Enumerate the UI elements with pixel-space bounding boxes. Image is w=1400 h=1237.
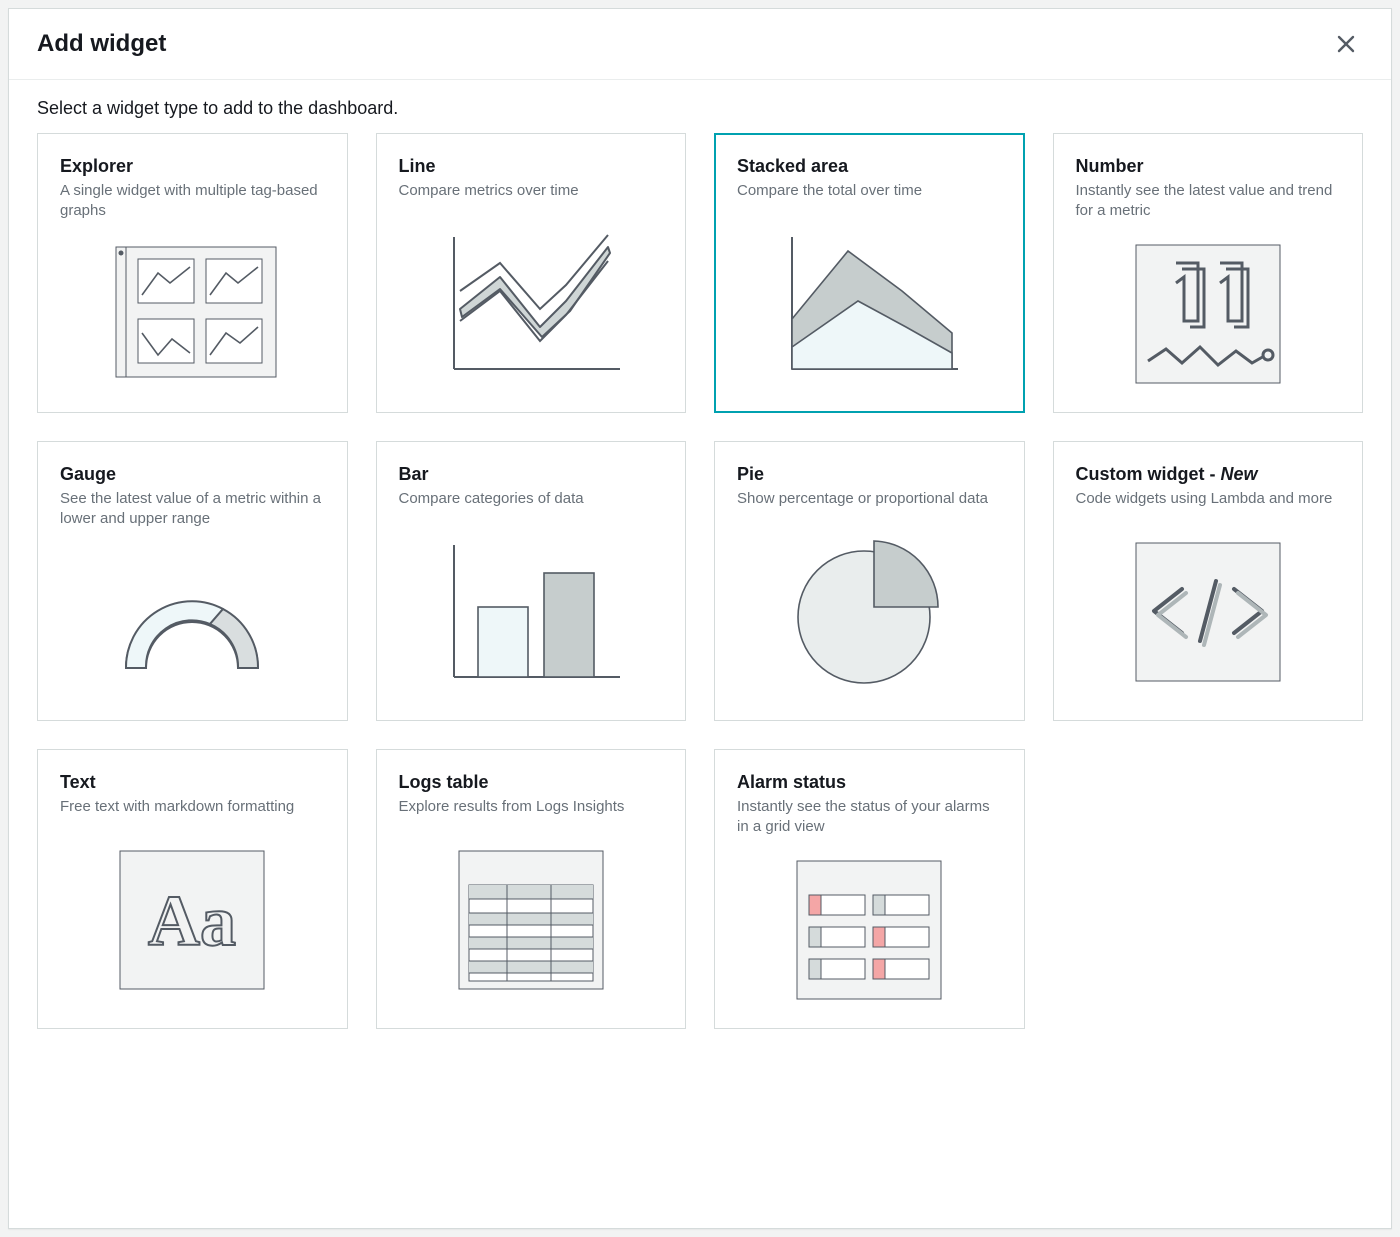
- widget-card-custom[interactable]: Custom widget - New Code widgets using L…: [1053, 441, 1364, 721]
- modal-title: Add widget: [37, 30, 166, 58]
- number-icon: [1128, 239, 1288, 389]
- logs-table-icon: [451, 845, 611, 995]
- card-desc: Show percentage or proportional data: [737, 489, 1002, 509]
- card-desc: Compare the total over time: [737, 181, 1002, 201]
- widget-card-text[interactable]: Text Free text with markdown formatting …: [37, 749, 348, 1029]
- pie-chart-icon: [784, 537, 954, 687]
- widget-grid: Explorer A single widget with multiple t…: [37, 133, 1363, 1029]
- gauge-icon: [102, 552, 282, 692]
- widget-card-stacked-area[interactable]: Stacked area Compare the total over time: [714, 133, 1025, 413]
- custom-widget-icon: [1128, 537, 1288, 687]
- card-title: Text: [60, 772, 325, 793]
- card-title: Custom widget - New: [1076, 464, 1341, 485]
- close-icon: [1335, 33, 1357, 55]
- card-title-text: Custom widget -: [1076, 464, 1221, 484]
- card-desc: See the latest value of a metric within …: [60, 489, 325, 530]
- stacked-area-icon: [774, 229, 964, 379]
- card-title: Line: [399, 156, 664, 177]
- card-desc: Instantly see the latest value and trend…: [1076, 181, 1341, 222]
- card-title: Explorer: [60, 156, 325, 177]
- widget-card-logs-table[interactable]: Logs table Explore results from Logs Ins…: [376, 749, 687, 1029]
- svg-text:Aa: Aa: [148, 881, 236, 961]
- add-widget-modal: Add widget Select a widget type to add t…: [8, 8, 1392, 1229]
- widget-card-number[interactable]: Number Instantly see the latest value an…: [1053, 133, 1364, 413]
- widget-card-line[interactable]: Line Compare metrics over time: [376, 133, 687, 413]
- card-desc: Compare categories of data: [399, 489, 664, 509]
- modal-body: Select a widget type to add to the dashb…: [9, 80, 1391, 1057]
- card-title: Alarm status: [737, 772, 1002, 793]
- widget-card-pie[interactable]: Pie Show percentage or proportional data: [714, 441, 1025, 721]
- widget-card-explorer[interactable]: Explorer A single widget with multiple t…: [37, 133, 348, 413]
- modal-subtitle: Select a widget type to add to the dashb…: [37, 98, 1363, 119]
- card-title: Gauge: [60, 464, 325, 485]
- card-title: Logs table: [399, 772, 664, 793]
- widget-card-gauge[interactable]: Gauge See the latest value of a metric w…: [37, 441, 348, 721]
- card-desc: Code widgets using Lambda and more: [1076, 489, 1341, 509]
- widget-card-alarm-status[interactable]: Alarm status Instantly see the status of…: [714, 749, 1025, 1029]
- card-title: Bar: [399, 464, 664, 485]
- modal-header: Add widget: [9, 9, 1391, 80]
- card-desc: Compare metrics over time: [399, 181, 664, 201]
- card-desc: Explore results from Logs Insights: [399, 797, 664, 817]
- line-chart-icon: [436, 229, 626, 379]
- card-desc: A single widget with multiple tag-based …: [60, 181, 325, 222]
- card-desc: Instantly see the status of your alarms …: [737, 797, 1002, 838]
- card-title: Number: [1076, 156, 1341, 177]
- text-icon: Aa: [112, 845, 272, 995]
- widget-card-bar[interactable]: Bar Compare categories of data: [376, 441, 687, 721]
- explorer-icon: [102, 239, 282, 389]
- card-title-suffix: New: [1221, 464, 1258, 484]
- card-title: Pie: [737, 464, 1002, 485]
- card-title: Stacked area: [737, 156, 1002, 177]
- alarm-status-icon: [789, 855, 949, 1005]
- close-button[interactable]: [1329, 27, 1363, 61]
- bar-chart-icon: [436, 537, 626, 687]
- card-desc: Free text with markdown formatting: [60, 797, 325, 817]
